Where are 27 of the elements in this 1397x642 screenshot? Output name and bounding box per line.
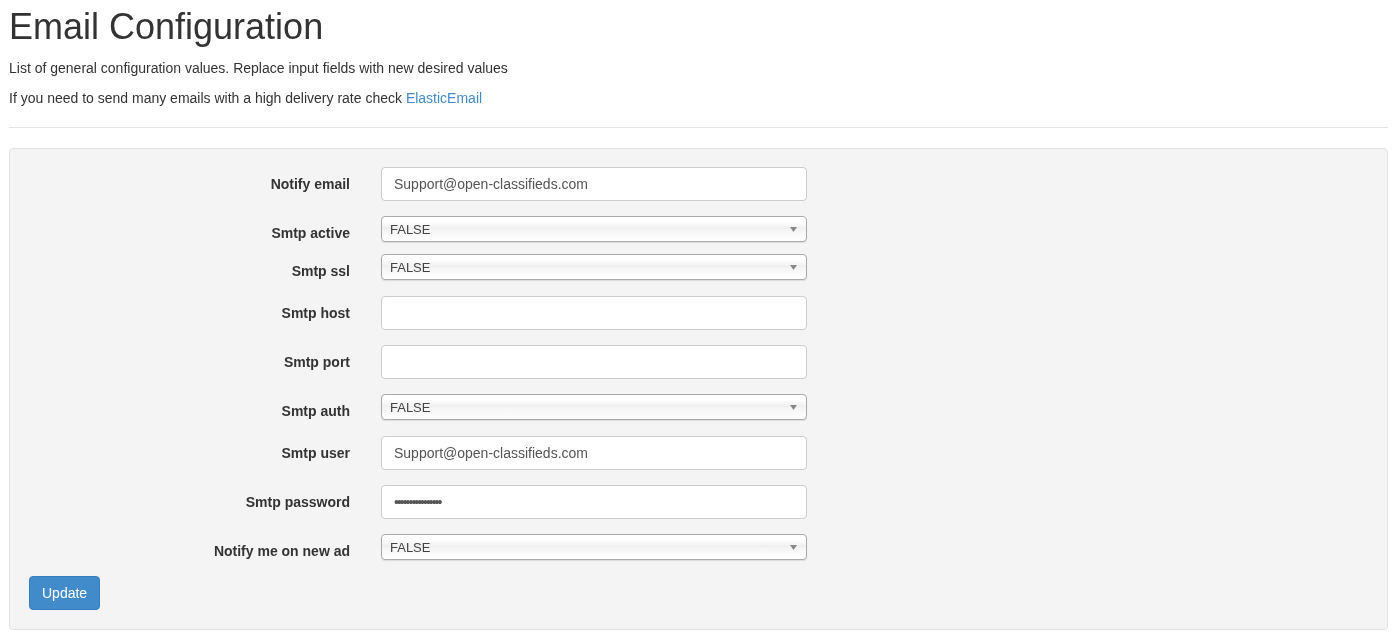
- field-label: Smtp user: [281, 445, 350, 461]
- field-label: Smtp active: [271, 225, 350, 241]
- input-field[interactable]: [381, 296, 807, 330]
- field-label: Smtp host: [281, 305, 350, 321]
- field-label: Smtp ssl: [291, 263, 350, 279]
- field-label: Smtp auth: [281, 403, 350, 419]
- input-field[interactable]: Support@open-classifieds.com: [381, 167, 807, 201]
- field-label: Notify email: [270, 176, 350, 192]
- select-dropdown[interactable]: FALSE: [381, 216, 807, 242]
- field-label: Notify me on new ad: [213, 543, 350, 559]
- page-title: Email Configuration: [9, 7, 325, 47]
- select-dropdown[interactable]: FALSE: [381, 534, 807, 560]
- description-text: List of general configuration values. Replace input fields with new desired values: [9, 59, 509, 78]
- update-button[interactable]: Update: [29, 576, 101, 610]
- dropdown-arrow-icon: [790, 544, 797, 550]
- select-dropdown[interactable]: FALSE: [381, 254, 807, 280]
- password-field[interactable]: ••••••••••••••••: [381, 485, 807, 519]
- select-dropdown[interactable]: FALSE: [381, 394, 807, 420]
- input-field[interactable]: [381, 345, 807, 379]
- elasticemail-link[interactable]: ElasticEmail: [405, 90, 483, 106]
- dropdown-arrow-icon: [790, 226, 797, 232]
- field-label: Smtp port: [283, 354, 350, 370]
- input-field[interactable]: Support@open-classifieds.com: [381, 436, 807, 470]
- note-text: If you need to send many emails with a high delivery rate check: [9, 90, 402, 106]
- dropdown-arrow-icon: [790, 404, 797, 410]
- field-label: Smtp password: [245, 494, 350, 510]
- dropdown-arrow-icon: [790, 264, 797, 270]
